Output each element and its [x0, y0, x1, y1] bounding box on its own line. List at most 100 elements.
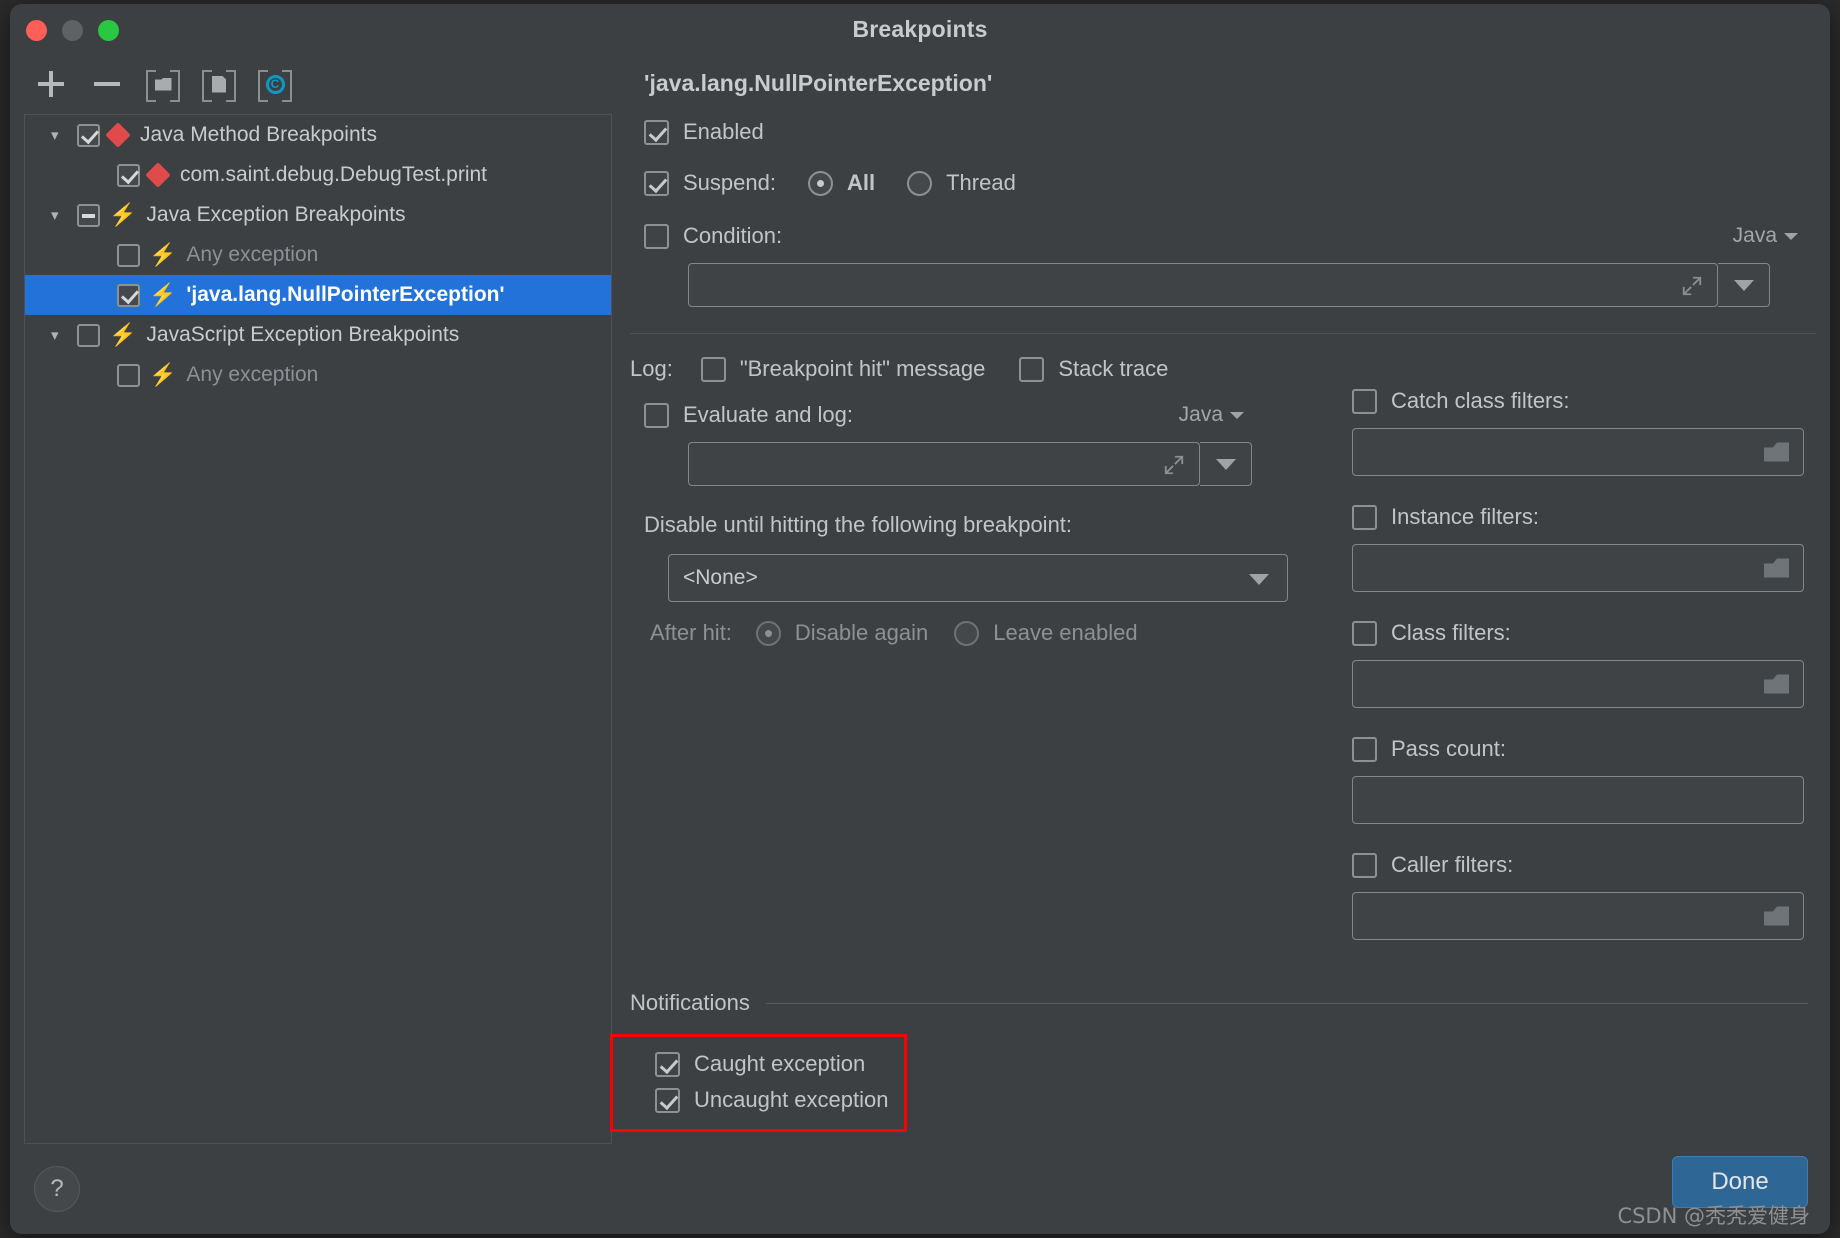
tree-item-checkbox[interactable] [117, 244, 140, 267]
browse-folder-icon[interactable] [1764, 559, 1789, 578]
tree-item-checkbox[interactable] [117, 284, 140, 307]
after-hit-leave-enabled-radio[interactable] [954, 621, 979, 646]
suspend-label: Suspend: [683, 170, 776, 196]
caller-filters-input[interactable] [1352, 892, 1804, 940]
catch-class-filters-checkbox[interactable] [1352, 389, 1377, 414]
notifications-title: Notifications [630, 990, 750, 1016]
chevron-down-icon[interactable]: ▾ [51, 328, 77, 343]
tree-item-label: com.saint.debug.DebugTest.print [180, 163, 487, 187]
pass-count-row[interactable]: Pass count: [1352, 736, 1804, 762]
remove-breakpoint-button[interactable] [90, 67, 124, 101]
tree-item-java-exception-breakpoints[interactable]: ▾ ⚡ Java Exception Breakpoints [25, 195, 611, 235]
after-hit-disable-again-label: Disable again [795, 620, 928, 646]
red-bolt-icon: ⚡ [109, 204, 136, 226]
disable-until-value: <None> [683, 566, 758, 590]
pass-count-input[interactable] [1352, 776, 1804, 824]
tree-item-nullpointerexception[interactable]: ⚡ 'java.lang.NullPointerException' [25, 275, 611, 315]
dim-bolt-icon: ⚡ [149, 364, 176, 386]
catch-class-filters-row[interactable]: Catch class filters: [1352, 388, 1804, 414]
caller-filters-row[interactable]: Caller filters: [1352, 852, 1804, 878]
suspend-row[interactable]: Suspend: All Thread [644, 170, 1816, 196]
add-icon [38, 71, 64, 97]
uncaught-exception-row[interactable]: Uncaught exception [655, 1087, 888, 1113]
pass-count-label: Pass count: [1391, 736, 1506, 762]
tree-item-any-exception-js[interactable]: ⚡ Any exception [25, 355, 611, 395]
expand-editor-icon[interactable] [1163, 454, 1185, 476]
tree-item-checkbox[interactable] [77, 204, 100, 227]
after-hit-label: After hit: [650, 620, 732, 646]
class-filters-label: Class filters: [1391, 620, 1511, 646]
breakpoints-tree[interactable]: ▾ Java Method Breakpoints com.saint.debu… [24, 114, 612, 1144]
condition-language-selector[interactable]: Java [1733, 224, 1798, 248]
tree-item-java-method-breakpoints[interactable]: ▾ Java Method Breakpoints [25, 115, 611, 155]
tree-item-label: JavaScript Exception Breakpoints [146, 323, 459, 347]
dialog-footer: ? Done CSDN @秃秃爱健身 [10, 1142, 1830, 1234]
condition-toggle[interactable]: Condition: [644, 223, 782, 249]
watermark-text: CSDN @秃秃爱健身 [1617, 1200, 1810, 1230]
caught-exception-checkbox[interactable] [655, 1052, 680, 1077]
chevron-down-icon [1734, 280, 1754, 291]
class-filters-checkbox[interactable] [1352, 621, 1377, 646]
enabled-checkbox[interactable] [644, 120, 669, 145]
suspend-thread-radio[interactable] [907, 171, 932, 196]
suspend-checkbox[interactable] [644, 171, 669, 196]
tree-item-checkbox[interactable] [117, 164, 140, 187]
add-breakpoint-button[interactable] [34, 67, 68, 101]
caller-filters-checkbox[interactable] [1352, 853, 1377, 878]
help-button[interactable]: ? [34, 1166, 80, 1212]
instance-filters-input[interactable] [1352, 544, 1804, 592]
catch-class-filters-input[interactable] [1352, 428, 1804, 476]
breakpoint-hit-message-label: "Breakpoint hit" message [740, 356, 986, 382]
breakpoint-hit-message-checkbox[interactable] [701, 357, 726, 382]
caught-exception-row[interactable]: Caught exception [655, 1051, 888, 1077]
expand-editor-icon[interactable] [1681, 275, 1703, 297]
evaluate-history-button[interactable] [1200, 442, 1252, 486]
chevron-down-icon [1249, 574, 1269, 585]
browse-folder-icon[interactable] [1764, 443, 1789, 462]
class-filters-input[interactable] [1352, 660, 1804, 708]
group-by-folder-button[interactable] [146, 67, 180, 101]
uncaught-exception-label: Uncaught exception [694, 1087, 888, 1113]
evaluate-and-log-checkbox[interactable] [644, 403, 669, 428]
group-by-file-button[interactable] [202, 67, 236, 101]
condition-input[interactable] [688, 263, 1718, 307]
pass-count-checkbox[interactable] [1352, 737, 1377, 762]
chevron-down-icon [1216, 459, 1236, 470]
tree-item-checkbox[interactable] [77, 124, 100, 147]
tree-item-checkbox[interactable] [117, 364, 140, 387]
evaluate-and-log-toggle[interactable]: Evaluate and log: [644, 402, 853, 428]
tree-item-javascript-exception-breakpoints[interactable]: ▾ ⚡ JavaScript Exception Breakpoints [25, 315, 611, 355]
window-titlebar: Breakpoints [10, 4, 1830, 56]
uncaught-exception-checkbox[interactable] [655, 1088, 680, 1113]
instance-filters-row[interactable]: Instance filters: [1352, 504, 1804, 530]
evaluate-language-selector[interactable]: Java [1179, 403, 1244, 427]
tree-item-debugtest-print[interactable]: com.saint.debug.DebugTest.print [25, 155, 611, 195]
stack-trace-checkbox[interactable] [1019, 357, 1044, 382]
breakpoints-dialog: Breakpoints C ▾ Java Method Breakpoints … [10, 4, 1830, 1234]
notifications-header: Notifications [630, 990, 1808, 1016]
window-title: Breakpoints [10, 16, 1830, 43]
condition-checkbox[interactable] [644, 224, 669, 249]
chevron-down-icon[interactable]: ▾ [51, 128, 77, 143]
after-hit-disable-again-radio[interactable] [756, 621, 781, 646]
evaluate-and-log-input[interactable] [688, 442, 1200, 486]
condition-history-button[interactable] [1718, 263, 1770, 307]
browse-folder-icon[interactable] [1764, 675, 1789, 694]
enabled-row[interactable]: Enabled [644, 119, 1816, 145]
class-filters-row[interactable]: Class filters: [1352, 620, 1804, 646]
suspend-all-radio[interactable] [808, 171, 833, 196]
folder-bracket-icon [146, 69, 180, 99]
tree-item-any-exception-java[interactable]: ⚡ Any exception [25, 235, 611, 275]
group-by-class-button[interactable]: C [258, 67, 292, 101]
disable-until-combo[interactable]: <None> [668, 554, 1288, 602]
file-bracket-icon [202, 69, 236, 99]
chevron-down-icon[interactable]: ▾ [51, 208, 77, 223]
browse-folder-icon[interactable] [1764, 907, 1789, 926]
notifications-section: Notifications Caught exception Uncaught … [630, 990, 1808, 1132]
tree-item-label: Any exception [186, 363, 318, 387]
tree-item-checkbox[interactable] [77, 324, 100, 347]
breakpoint-title: 'java.lang.NullPointerException' [644, 70, 1816, 97]
red-bolt-icon: ⚡ [149, 284, 176, 306]
instance-filters-checkbox[interactable] [1352, 505, 1377, 530]
remove-icon [94, 71, 120, 97]
